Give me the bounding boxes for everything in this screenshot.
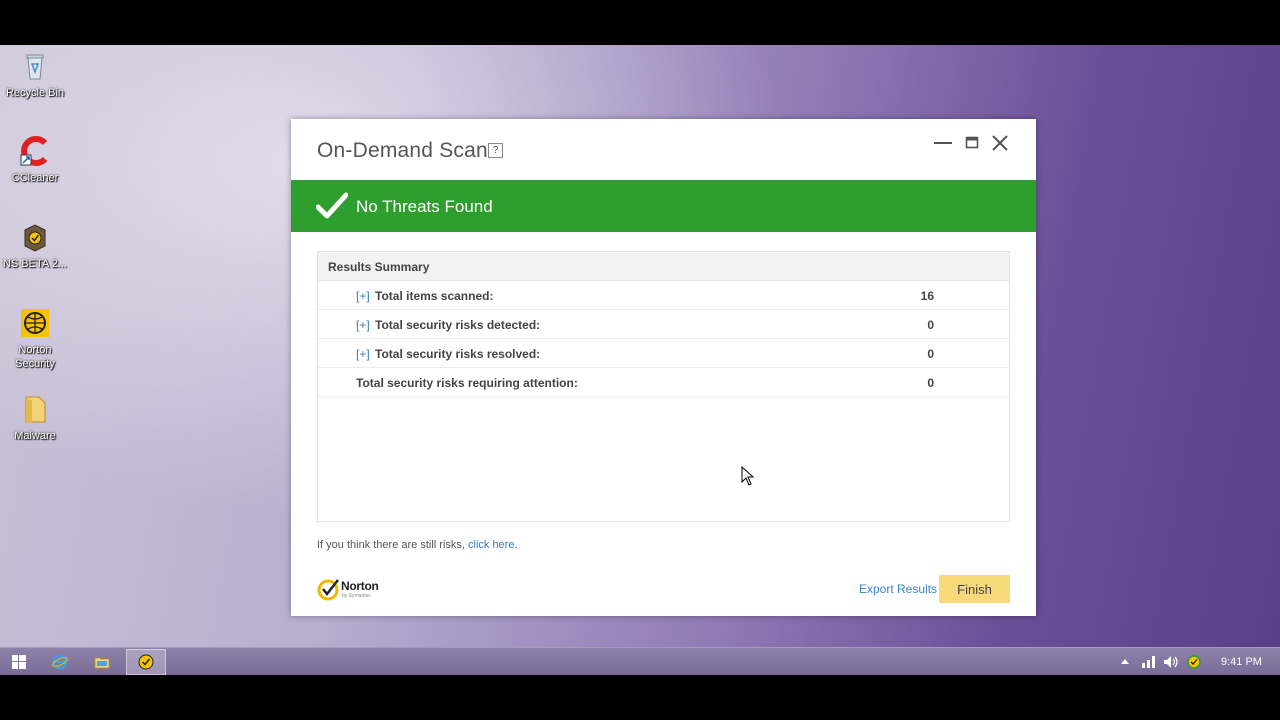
desktop-icon-ns-beta[interactable]: NS BETA 2...: [0, 221, 70, 271]
desktop-icon-label: CCleaner: [11, 172, 59, 184]
volume-icon[interactable]: [1163, 655, 1179, 669]
dialog-title: On-Demand Scan: [317, 139, 488, 162]
taskbar: 9:41 PM: [0, 647, 1280, 675]
network-icon[interactable]: [1141, 655, 1157, 669]
hint-suffix: .: [514, 539, 518, 551]
banner-text: No Threats Found: [356, 197, 493, 216]
desktop: Recycle Bin CCleaner NS BETA 2... Norton…: [0, 45, 1280, 647]
desktop-icon-malware-folder[interactable]: Malware: [0, 393, 70, 443]
tray-expand-icon[interactable]: [1121, 658, 1129, 664]
results-row-risks-attention: Total security risks requiring attention…: [318, 368, 1009, 397]
hint-prefix: If you think there are still risks,: [317, 539, 468, 551]
letterbox-bottom: [0, 675, 1280, 720]
windows-logo-icon: [12, 655, 26, 669]
results-summary-panel: Results Summary [+] Total items scanned:…: [317, 251, 1010, 522]
expand-toggle[interactable]: [+]: [356, 289, 370, 303]
results-row-items-scanned: [+] Total items scanned: 16: [318, 281, 1009, 310]
internet-explorer-icon: [52, 654, 68, 670]
row-value: 16: [920, 289, 934, 303]
expand-toggle[interactable]: [+]: [356, 318, 370, 332]
taskbar-norton-button[interactable]: [126, 649, 166, 675]
desktop-icon-ccleaner[interactable]: CCleaner: [0, 135, 70, 185]
maximize-icon: [965, 136, 979, 149]
file-explorer-icon: [94, 657, 110, 669]
close-button[interactable]: [988, 131, 1012, 155]
checkmark-icon: [316, 192, 348, 219]
row-label: Total items scanned:: [375, 289, 494, 303]
maximize-button[interactable]: [960, 131, 984, 155]
close-icon: [992, 135, 1008, 151]
start-button[interactable]: [0, 649, 40, 675]
help-button[interactable]: ?: [488, 143, 503, 158]
export-results-link[interactable]: Export Results: [859, 582, 937, 596]
expand-toggle[interactable]: [+]: [356, 347, 370, 361]
letterbox-top: [0, 0, 1280, 45]
brand-name: Norton: [341, 579, 379, 593]
taskbar-clock[interactable]: 9:41 PM: [1221, 656, 1262, 668]
desktop-icon-norton-security[interactable]: Norton Security: [0, 307, 70, 371]
finish-button[interactable]: Finish: [939, 575, 1010, 603]
norton-taskbar-icon: [138, 654, 154, 670]
row-label: Total security risks detected:: [375, 318, 541, 332]
desktop-icon-label: NS BETA 2...: [3, 258, 67, 270]
row-value: 0: [927, 318, 934, 332]
still-risks-hint: If you think there are still risks, clic…: [317, 539, 518, 551]
norton-check-icon: [317, 579, 339, 601]
recycle-bin-icon: [19, 50, 51, 82]
minimize-button[interactable]: [931, 131, 955, 155]
on-demand-scan-dialog: On-Demand Scan ? No Threats Found Result…: [291, 119, 1036, 616]
norton-tray-icon[interactable]: [1186, 655, 1202, 669]
desktop-icon-label: Malware: [14, 430, 56, 442]
desktop-icon-label: Norton Security: [15, 344, 55, 370]
norton-logo: Norton by Symantec: [317, 577, 387, 603]
results-row-risks-resolved: [+] Total security risks resolved: 0: [318, 339, 1009, 368]
results-row-risks-detected: [+] Total security risks detected: 0: [318, 310, 1009, 339]
minimize-icon: [934, 142, 952, 144]
mouse-cursor-icon: [741, 466, 755, 486]
row-value: 0: [927, 376, 934, 390]
desktop-icon-recycle-bin[interactable]: Recycle Bin: [0, 50, 70, 100]
desktop-icon-label: Recycle Bin: [5, 87, 65, 99]
ccleaner-icon: [19, 135, 51, 167]
click-here-link[interactable]: click here: [468, 539, 514, 551]
installer-box-icon: [19, 221, 51, 253]
row-value: 0: [927, 347, 934, 361]
results-summary-header: Results Summary: [318, 252, 1009, 281]
row-label: Total security risks resolved:: [375, 347, 541, 361]
folder-icon: [19, 393, 51, 425]
row-label: Total security risks requiring attention…: [356, 376, 578, 390]
scan-status-banner: No Threats Found: [291, 180, 1036, 232]
taskbar-ie-button[interactable]: [40, 649, 80, 675]
norton-globe-icon: [19, 307, 51, 339]
taskbar-explorer-button[interactable]: [82, 649, 122, 675]
brand-sub: by Symantec: [342, 593, 371, 599]
